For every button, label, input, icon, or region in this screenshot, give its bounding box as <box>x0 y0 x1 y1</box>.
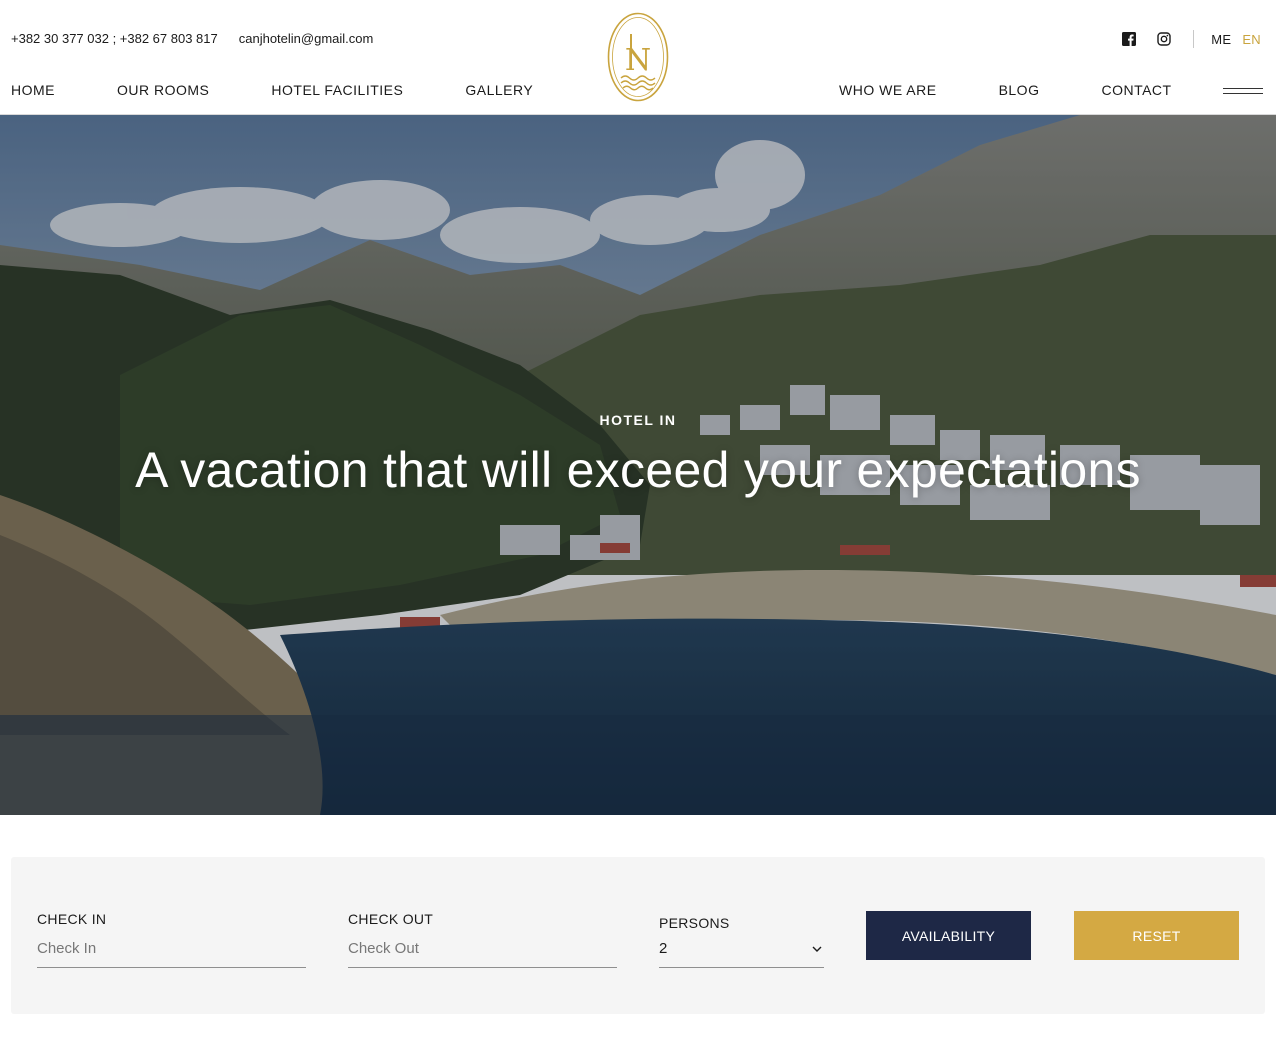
nav-who-we-are[interactable]: WHO WE ARE <box>839 82 937 98</box>
reset-button[interactable]: RESET <box>1074 911 1239 960</box>
hero-subtitle: HOTEL IN <box>599 412 677 428</box>
persons-label: PERSONS <box>659 915 730 931</box>
persons-field: PERSONS 2 <box>659 915 824 971</box>
hero-section: HOTEL IN A vacation that will exceed you… <box>0 115 1276 815</box>
contact-info: +382 30 377 032 ; +382 67 803 817 canjho… <box>11 31 373 46</box>
check-out-field: CHECK OUT Check Out <box>348 911 617 971</box>
topbar-right: ME EN <box>1122 30 1261 48</box>
persons-select[interactable]: 2 <box>659 940 824 968</box>
svg-text:N: N <box>625 43 651 78</box>
nav-contact[interactable]: CONTACT <box>1101 82 1171 98</box>
hamburger-line <box>1223 88 1263 89</box>
nav-home[interactable]: HOME <box>11 82 55 98</box>
nav-our-rooms[interactable]: OUR ROOMS <box>117 82 209 98</box>
booking-panel: CHECK IN Check In CHECK OUT Check Out PE… <box>11 857 1265 1014</box>
hero-title: A vacation that will exceed your expecta… <box>135 442 1141 498</box>
check-out-input[interactable]: Check Out <box>348 940 617 968</box>
check-out-label: CHECK OUT <box>348 911 434 927</box>
availability-button[interactable]: AVAILABILITY <box>866 911 1031 960</box>
hamburger-icon[interactable] <box>1223 88 1263 96</box>
main-nav-right: WHO WE ARE BLOG CONTACT <box>839 82 1172 98</box>
hamburger-line <box>1223 93 1263 94</box>
social-links <box>1122 32 1171 46</box>
check-in-field: CHECK IN Check In <box>37 911 306 971</box>
instagram-icon[interactable] <box>1157 32 1171 46</box>
chevron-down-icon <box>812 946 822 952</box>
lang-en[interactable]: EN <box>1242 32 1261 47</box>
facebook-icon[interactable] <box>1122 32 1137 46</box>
nav-blog[interactable]: BLOG <box>999 82 1040 98</box>
nav-gallery[interactable]: GALLERY <box>465 82 533 98</box>
email-link[interactable]: canjhotelin@gmail.com <box>239 31 374 46</box>
site-header: +382 30 377 032 ; +382 67 803 817 canjho… <box>0 0 1276 115</box>
lang-me[interactable]: ME <box>1211 32 1231 47</box>
persons-value: 2 <box>659 940 668 957</box>
phone-numbers[interactable]: +382 30 377 032 ; +382 67 803 817 <box>11 31 218 46</box>
divider <box>1193 30 1195 48</box>
hotel-in-logo[interactable]: N <box>607 12 669 102</box>
language-switcher: ME EN <box>1211 32 1261 47</box>
check-in-input[interactable]: Check In <box>37 940 306 968</box>
check-in-label: CHECK IN <box>37 911 107 927</box>
nav-hotel-facilities[interactable]: HOTEL FACILITIES <box>271 82 403 98</box>
main-nav-left: HOME OUR ROOMS HOTEL FACILITIES GALLERY <box>11 82 533 98</box>
